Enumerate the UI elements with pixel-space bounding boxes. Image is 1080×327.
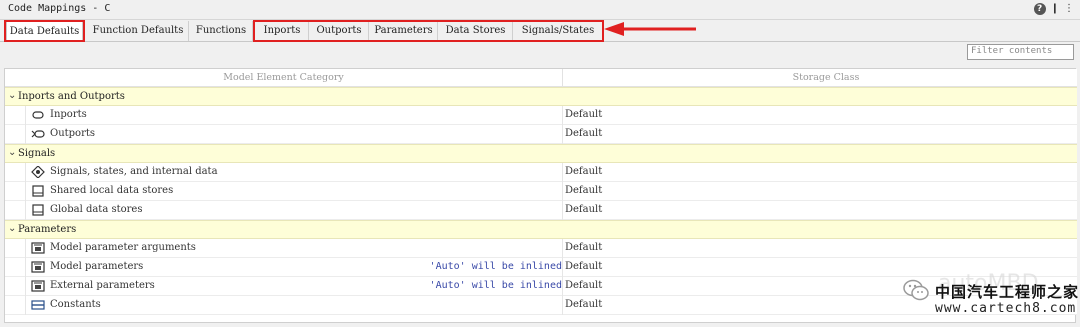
column-divider[interactable] — [562, 69, 563, 87]
tab-functions[interactable]: Functions — [190, 21, 253, 41]
data-store-icon — [32, 185, 44, 197]
tab-parameters[interactable]: Parameters — [370, 21, 438, 41]
parameter-icon — [31, 261, 45, 273]
storage-class-value[interactable]: Default — [565, 204, 602, 215]
row-label: Model parameter arguments — [50, 242, 196, 253]
filter-input[interactable]: Filter contents — [967, 44, 1074, 60]
parameter-icon — [31, 242, 45, 254]
help-icon[interactable]: ? — [1033, 3, 1046, 15]
constant-icon — [31, 300, 45, 310]
pin-icon[interactable]: ❙ — [1051, 2, 1059, 16]
signal-icon — [31, 166, 45, 178]
group-parameters[interactable]: ⌄ Parameters — [5, 220, 1077, 239]
table-row[interactable]: Signals, states, and internal data Defau… — [5, 163, 1077, 182]
storage-class-value[interactable]: Default — [565, 280, 602, 291]
filter-row: Filter contents — [0, 42, 1080, 68]
storage-class-value[interactable]: Default — [565, 185, 602, 196]
group-signals[interactable]: ⌄ Signals — [5, 144, 1077, 163]
group-label: Signals — [18, 148, 56, 159]
chevron-down-icon[interactable]: ⌄ — [8, 90, 16, 101]
tab-data-defaults[interactable]: Data Defaults — [6, 21, 83, 41]
storage-class-value[interactable]: Default — [565, 109, 602, 120]
storage-class-value[interactable]: Default — [565, 299, 602, 310]
tab-outports[interactable]: Outports — [310, 21, 369, 41]
table-row[interactable]: Shared local data stores Default — [5, 182, 1077, 201]
wechat-logo-icon — [903, 279, 929, 301]
table-row[interactable]: Model parameters 'Auto' will be inlined … — [5, 258, 1077, 277]
tab-function-defaults[interactable]: Function Defaults — [88, 21, 189, 41]
row-label: Outports — [50, 128, 96, 139]
table-row[interactable]: Global data stores Default — [5, 201, 1077, 220]
table-row[interactable]: Inports Default — [5, 106, 1077, 125]
row-label: Constants — [50, 299, 101, 310]
inline-note: 'Auto' will be inlined — [429, 261, 562, 272]
inline-note: 'Auto' will be inlined — [429, 280, 562, 291]
watermark-brand-name: 中国汽车工程师之家 — [935, 283, 1080, 301]
inport-icon — [32, 111, 44, 119]
storage-class-value[interactable]: Default — [565, 128, 602, 139]
row-label: Inports — [50, 109, 87, 120]
menu-icon[interactable]: ⋮ — [1064, 2, 1074, 16]
storage-class-value[interactable]: Default — [565, 242, 602, 253]
row-label: Signals, states, and internal data — [50, 166, 218, 177]
group-inports-outports[interactable]: ⌄ Inports and Outports — [5, 87, 1077, 106]
tab-inports[interactable]: Inports — [256, 21, 309, 41]
tab-bar: Data Defaults Function Defaults Function… — [0, 20, 1080, 42]
table-row[interactable]: Model parameter arguments Default — [5, 239, 1077, 258]
chevron-down-icon[interactable]: ⌄ — [8, 223, 16, 234]
group-label: Inports and Outports — [18, 91, 125, 102]
row-label: Global data stores — [50, 204, 143, 215]
parameter-icon — [31, 280, 45, 292]
row-label: External parameters — [50, 280, 155, 291]
column-header-category[interactable]: Model Element Category — [5, 72, 562, 83]
chevron-down-icon[interactable]: ⌄ — [8, 147, 16, 158]
title-bar-icons: ? ❙ ⋮ — [1033, 2, 1074, 16]
title-bar: Code Mappings - C ? ❙ ⋮ — [0, 0, 1080, 20]
outport-icon — [31, 130, 45, 138]
group-label: Parameters — [18, 224, 77, 235]
data-store-icon — [32, 204, 44, 216]
row-label: Model parameters — [50, 261, 144, 272]
table-row[interactable]: Outports Default — [5, 125, 1077, 144]
row-label: Shared local data stores — [50, 185, 174, 196]
tab-signals-states[interactable]: Signals/States — [514, 21, 602, 41]
watermark-url: www.cartech8.com — [935, 301, 1077, 316]
storage-class-value[interactable]: Default — [565, 261, 602, 272]
table-header: Model Element Category Storage Class — [5, 69, 1077, 87]
storage-class-value[interactable]: Default — [565, 166, 602, 177]
column-header-storage-class[interactable]: Storage Class — [773, 72, 879, 83]
window-title: Code Mappings - C — [8, 3, 111, 14]
tab-data-stores[interactable]: Data Stores — [439, 21, 513, 41]
